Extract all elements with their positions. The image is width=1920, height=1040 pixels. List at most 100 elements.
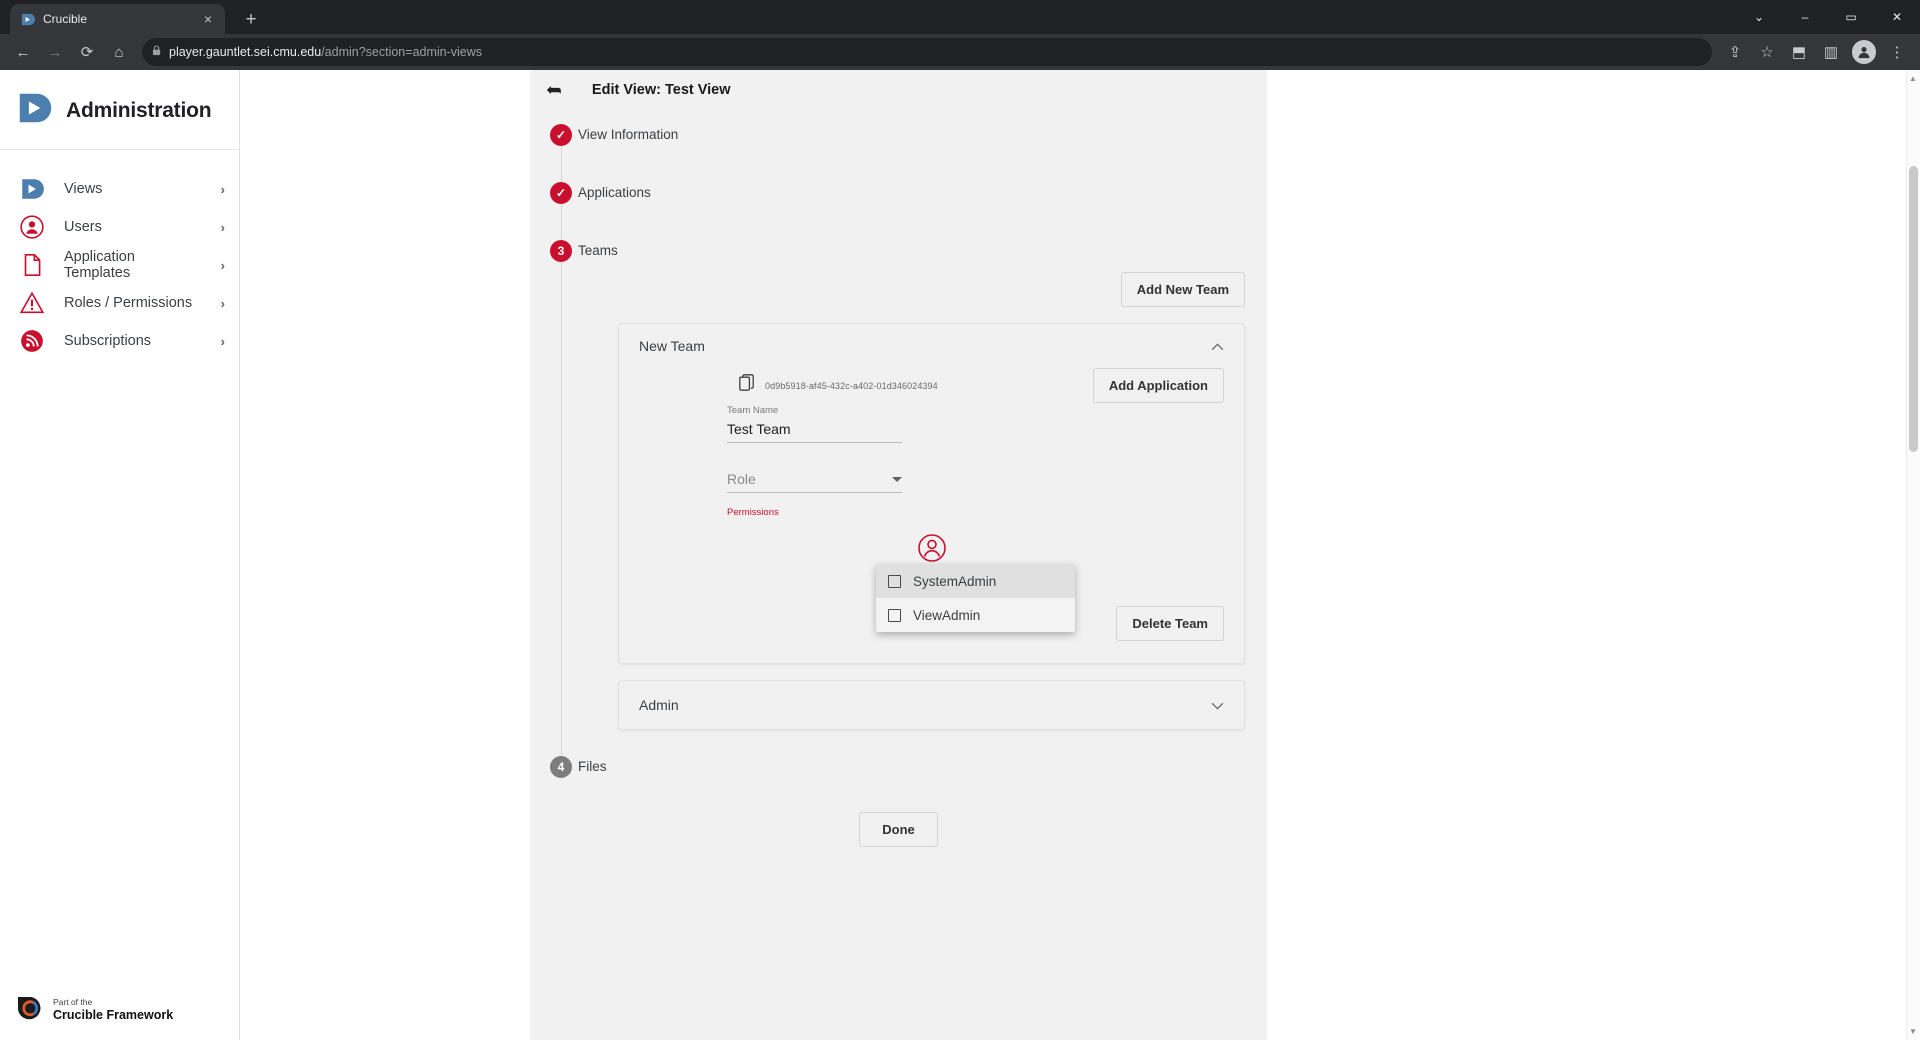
minimize-all-icon[interactable]: ⌄ (1736, 0, 1782, 34)
window-close-icon[interactable]: ✕ (1874, 0, 1920, 34)
tab-strip: Crucible × + ⌄ – ▭ ✕ (0, 0, 1920, 34)
crucible-play-icon (19, 11, 35, 27)
role-option-systemadmin[interactable]: SystemAdmin (876, 564, 1075, 598)
sidebar-footer: Part of the Crucible Framework (0, 993, 239, 1040)
window-controls: ⌄ – ▭ ✕ (1736, 0, 1920, 34)
crucible-play-logo (16, 90, 52, 131)
toolbar-actions: ⇪ ☆ ⬒ ▥ ⋮ (1720, 38, 1912, 66)
team-panel-admin: Admin (618, 680, 1245, 730)
team-guid: 0d9b5918-af45-432c-a402-01d346024394 (765, 381, 938, 391)
role-option-label: ViewAdmin (913, 608, 980, 623)
sidebar-footer-text: Part of the Crucible Framework (53, 997, 173, 1024)
extensions-icon[interactable]: ⬒ (1784, 38, 1814, 66)
view-stepper: ✓ View Information ✓ Applications 3 (530, 110, 1267, 786)
chevron-up-icon[interactable] (1211, 339, 1224, 354)
footer-pretext: Part of the (53, 997, 173, 1008)
url-path: /admin?section=admin-views (321, 45, 482, 59)
views-play-icon (18, 175, 46, 203)
sidebar-item-roles-permissions[interactable]: Roles / Permissions › (0, 284, 239, 322)
checkbox-icon[interactable] (888, 609, 901, 622)
step-status-icon: 3 (550, 240, 572, 262)
forward-icon[interactable]: → (40, 38, 70, 66)
sidebar-item-label: Roles / Permissions (64, 295, 203, 311)
user-circle-icon (18, 213, 46, 241)
browser-tab-crucible[interactable]: Crucible × (10, 4, 225, 34)
sidebar-item-subscriptions[interactable]: Subscriptions › (0, 322, 239, 360)
add-new-team-button[interactable]: Add New Team (1121, 272, 1245, 307)
url-host: player.gauntlet.sei.cmu.edu (169, 45, 321, 59)
page-scrollbar[interactable]: ▲ ▼ (1906, 70, 1920, 1040)
team-panel-header[interactable]: New Team (619, 324, 1244, 368)
chevron-down-icon[interactable] (892, 477, 902, 482)
edit-view-page: ➦ Edit View: Test View ✓ View Informatio… (530, 70, 1267, 1040)
teams-step-body: Add New Team New Team (578, 262, 1267, 756)
page-header: ➦ Edit View: Test View (530, 70, 1267, 110)
step-status-icon: 4 (550, 756, 572, 778)
page-viewport: Administration Views › Users › (0, 70, 1920, 1040)
scroll-down-icon[interactable]: ▼ (1908, 1027, 1918, 1036)
browser-menu-icon[interactable]: ⋮ (1882, 38, 1912, 66)
sidebar-item-label: Application Templates (64, 249, 203, 281)
role-select-row: Role (639, 469, 901, 493)
step-applications[interactable]: ✓ Applications (530, 182, 1267, 240)
sidebar-item-label: Users (64, 219, 203, 235)
chevron-right-icon: › (221, 220, 225, 235)
role-option-viewadmin[interactable]: ViewAdmin (876, 598, 1075, 632)
side-panel-icon[interactable]: ▥ (1816, 38, 1846, 66)
home-icon[interactable]: ⌂ (104, 38, 134, 66)
back-icon[interactable]: ← (8, 38, 38, 66)
share-icon[interactable]: ⇪ (1720, 38, 1750, 66)
step-label: Teams (578, 240, 1267, 262)
step-files[interactable]: 4 Files (530, 756, 1267, 786)
tab-title: Crucible (43, 12, 192, 26)
add-application-button[interactable]: Add Application (1093, 368, 1224, 403)
reload-icon[interactable]: ⟳ (72, 38, 102, 66)
browser-window: Crucible × + ⌄ – ▭ ✕ ← → ⟳ ⌂ player.gaun… (0, 0, 1920, 1040)
checkbox-icon[interactable] (888, 575, 901, 588)
admin-panel-header[interactable]: Admin (619, 681, 1244, 729)
team-panel-title: New Team (639, 338, 1211, 354)
sidebar-nav: Views › Users › Application Templates › (0, 150, 239, 360)
role-option-label: SystemAdmin (913, 574, 996, 589)
content-area: ➦ Edit View: Test View ✓ View Informatio… (240, 70, 1920, 1040)
add-team-row: Add New Team (578, 272, 1267, 307)
sidebar-item-application-templates[interactable]: Application Templates › (0, 246, 239, 284)
step-status-icon: ✓ (550, 124, 572, 146)
footer-brand: Crucible Framework (53, 1008, 173, 1024)
chevron-right-icon: › (221, 296, 225, 311)
profile-avatar-icon[interactable] (1852, 40, 1876, 64)
minimize-icon[interactable]: – (1782, 0, 1828, 34)
team-name-input[interactable] (727, 419, 902, 443)
step-label: Applications (578, 182, 1267, 204)
sidebar-item-label: Views (64, 181, 203, 197)
maximize-icon[interactable]: ▭ (1828, 0, 1874, 34)
scrollbar-thumb[interactable] (1909, 166, 1918, 452)
role-placeholder: Role (727, 471, 892, 487)
new-tab-button[interactable]: + (239, 9, 263, 31)
sidebar-item-views[interactable]: Views › (0, 170, 239, 208)
step-connector (561, 204, 562, 244)
back-arrow-icon[interactable]: ➦ (546, 81, 562, 100)
role-select[interactable]: Role (727, 469, 902, 493)
step-body (578, 204, 1267, 240)
scroll-up-icon[interactable]: ▲ (1908, 74, 1918, 83)
step-teams[interactable]: 3 Teams Add New Team New Team (530, 240, 1267, 756)
step-label: View Information (578, 124, 1267, 146)
document-icon (18, 251, 46, 279)
step-status-icon: ✓ (550, 182, 572, 204)
step-connector (561, 146, 562, 186)
role-dropdown-menu[interactable]: SystemAdmin ViewAdmin (876, 564, 1075, 632)
bookmark-star-icon[interactable]: ☆ (1752, 38, 1782, 66)
step-body (578, 146, 1267, 182)
close-icon[interactable]: × (200, 12, 216, 26)
admin-panel-title: Admin (639, 697, 1211, 713)
delete-team-button[interactable]: Delete Team (1116, 606, 1224, 641)
chevron-down-icon[interactable] (1211, 698, 1224, 713)
done-button[interactable]: Done (859, 812, 938, 847)
step-view-information[interactable]: ✓ View Information (530, 124, 1267, 182)
address-bar[interactable]: player.gauntlet.sei.cmu.edu/admin?sectio… (142, 38, 1712, 66)
copy-icon[interactable] (739, 374, 755, 397)
sidebar-item-users[interactable]: Users › (0, 208, 239, 246)
step-connector (561, 262, 562, 760)
step-label: Files (578, 756, 1267, 778)
